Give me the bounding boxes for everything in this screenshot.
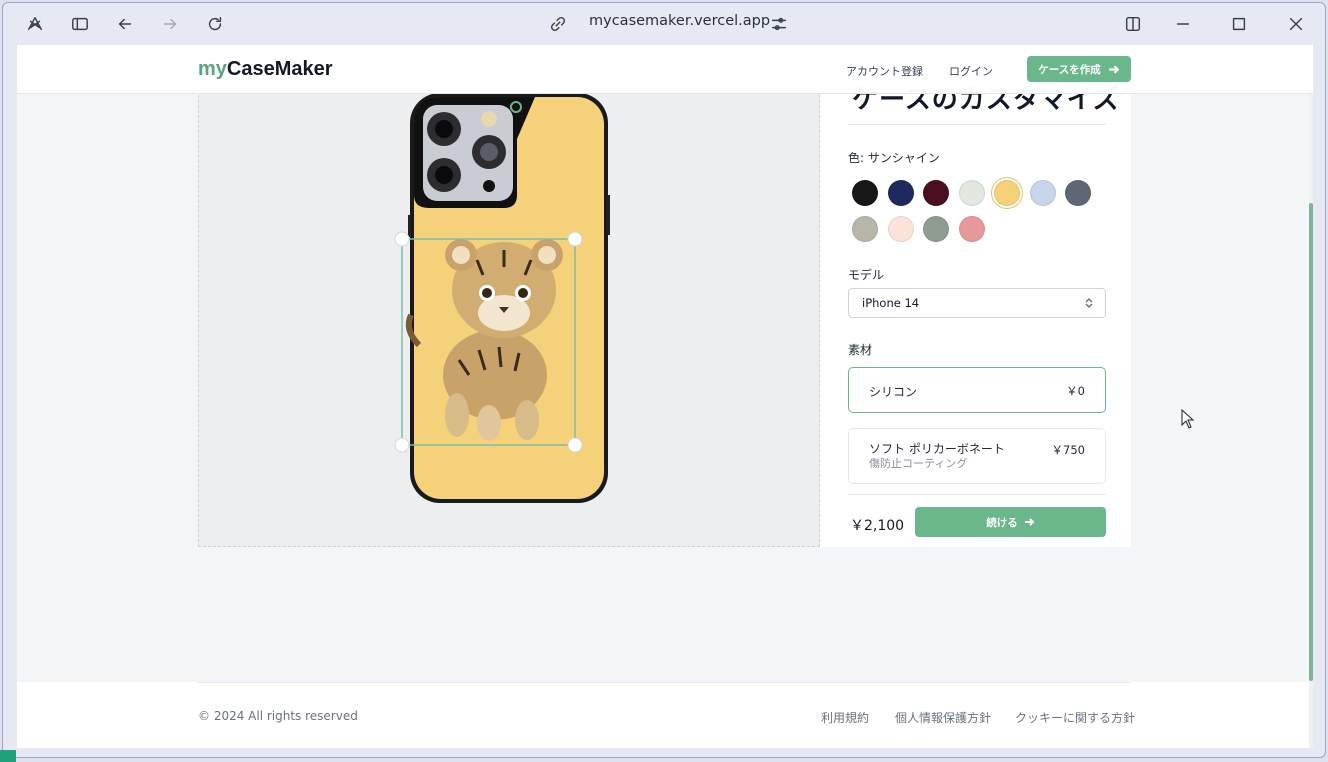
color-swatch[interactable] — [958, 180, 985, 206]
maximize-icon[interactable] — [1227, 12, 1251, 36]
divider — [198, 682, 1131, 683]
top-navbar: myCaseMaker アカウント登録 ログイン ケースを作成 — [17, 45, 1313, 94]
color-swatch[interactable] — [852, 216, 878, 242]
logo-prefix: my — [198, 58, 227, 80]
app-icon[interactable] — [23, 12, 47, 36]
chevron-up-down-icon — [1085, 297, 1093, 309]
divider — [848, 494, 1106, 495]
material-description: 傷防止コーティング — [869, 457, 968, 470]
material-option-polycarbonate[interactable]: ソフト ポリカーボネート ￥750 傷防止コーティング — [848, 428, 1106, 484]
mouse-cursor-icon — [1181, 409, 1195, 429]
back-icon[interactable] — [113, 12, 137, 36]
taskbar-indicator — [0, 750, 16, 762]
color-swatch[interactable] — [923, 216, 949, 242]
model-label: モデル — [848, 268, 885, 282]
color-swatch[interactable] — [852, 180, 878, 206]
color-swatch[interactable] — [958, 216, 985, 242]
customization-panel: ケースのカスタマイズ 色: サンシャイン モデル iPhone 14 素材 シリ… — [820, 45, 1131, 547]
address-bar[interactable]: mycasemaker.vercel.app — [589, 13, 770, 29]
reload-icon[interactable] — [203, 12, 227, 36]
color-swatch[interactable] — [1065, 180, 1091, 206]
resize-handle-bottom-left[interactable] — [394, 437, 410, 453]
forward-icon[interactable] — [158, 12, 182, 36]
color-swatch[interactable] — [887, 180, 914, 206]
footer-link-cookies[interactable]: クッキーに関する方針 — [1015, 709, 1135, 726]
model-select[interactable]: iPhone 14 — [848, 288, 1106, 318]
login-link[interactable]: ログイン — [949, 63, 993, 79]
create-case-button[interactable]: ケースを作成 — [1027, 56, 1131, 82]
sidebar-toggle-icon[interactable] — [68, 12, 92, 36]
scrollbar-thumb[interactable] — [1309, 203, 1313, 681]
color-swatch[interactable] — [994, 180, 1020, 206]
continue-label: 続ける — [986, 516, 1018, 529]
total-price: ￥2,100 — [850, 518, 905, 534]
color-label: 色: サンシャイン — [848, 151, 940, 165]
arrow-right-icon — [1108, 64, 1120, 74]
copyright: © 2024 All rights reserved — [198, 709, 358, 723]
material-price: ￥750 — [1051, 443, 1085, 457]
resize-handle-top-right[interactable] — [567, 231, 583, 247]
continue-button[interactable]: 続ける — [915, 507, 1106, 537]
divider — [848, 124, 1106, 125]
footer-link-privacy[interactable]: 個人情報保護方針 — [895, 709, 991, 726]
create-case-label: ケースを作成 — [1038, 63, 1101, 76]
color-swatch[interactable] — [1029, 180, 1056, 206]
footer-link-terms[interactable]: 利用規約 — [821, 709, 869, 726]
browser-window: mycasemaker.vercel.app ケースのカスタマイズ 色: サンシ… — [2, 2, 1326, 758]
phone-preview — [394, 93, 610, 503]
minimize-icon[interactable] — [1171, 12, 1195, 36]
link-icon[interactable] — [546, 12, 570, 36]
resize-handle-top-left[interactable] — [394, 231, 410, 247]
material-option-silicone[interactable]: シリコン ￥0 — [848, 367, 1106, 413]
scrollbar[interactable] — [1309, 45, 1313, 748]
color-swatch[interactable] — [923, 180, 949, 206]
site-logo[interactable]: myCaseMaker — [198, 58, 333, 81]
page-viewport: ケースのカスタマイズ 色: サンシャイン モデル iPhone 14 素材 シリ… — [17, 45, 1313, 748]
design-canvas[interactable] — [198, 45, 820, 547]
material-name: シリコン — [869, 385, 918, 399]
footer: © 2024 All rights reserved 利用規約 個人情報保護方針… — [17, 682, 1313, 748]
register-link[interactable]: アカウント登録 — [846, 63, 923, 79]
site-settings-icon[interactable] — [767, 12, 791, 36]
material-label: 素材 — [848, 343, 873, 357]
model-select-value: iPhone 14 — [862, 296, 920, 310]
close-icon[interactable] — [1284, 12, 1308, 36]
material-price: ￥0 — [1066, 384, 1085, 398]
title-bar: mycasemaker.vercel.app — [3, 3, 1325, 45]
resize-handle-bottom-right[interactable] — [567, 437, 583, 453]
logo-text: CaseMaker — [226, 58, 333, 80]
split-view-icon[interactable] — [1121, 12, 1145, 36]
arrow-right-icon — [1024, 518, 1035, 526]
color-swatch[interactable] — [887, 216, 914, 242]
